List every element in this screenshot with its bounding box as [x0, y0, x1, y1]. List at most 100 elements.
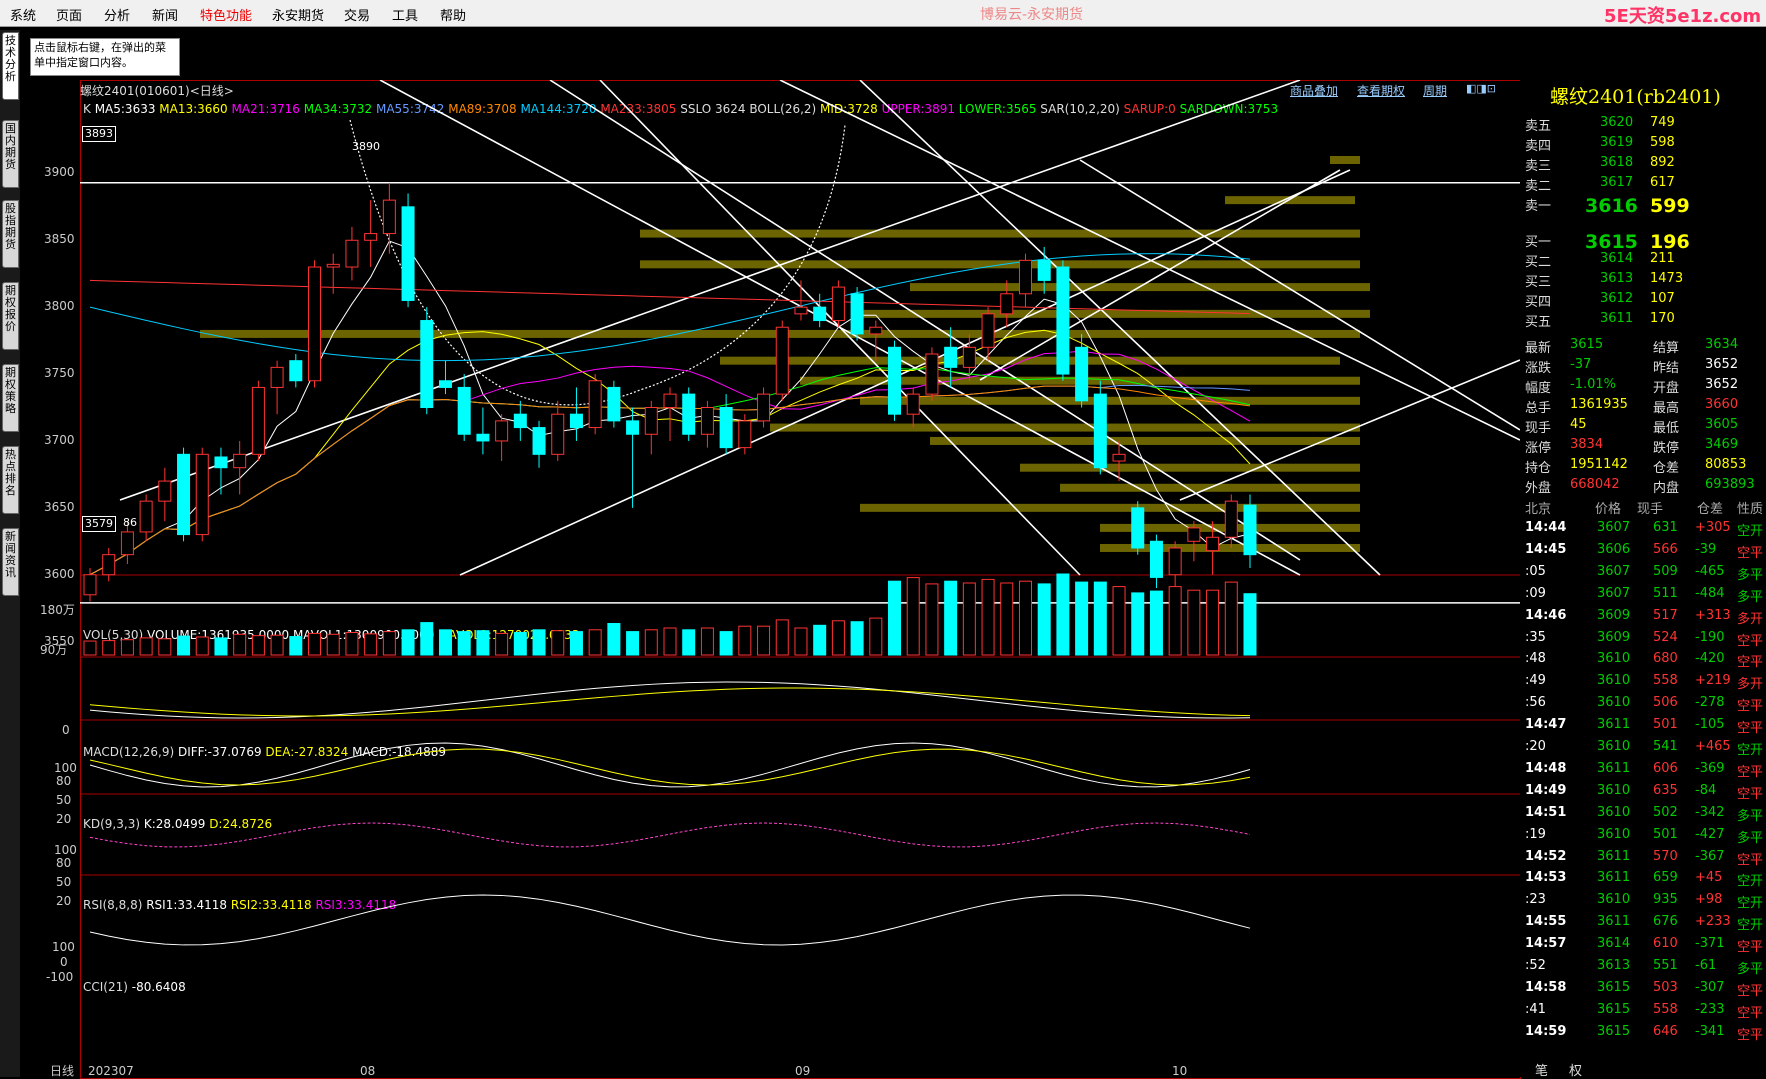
price-axis-label: 3650 — [44, 499, 75, 514]
menu-item-news[interactable]: 新闻 — [152, 5, 178, 24]
bid-label: 买三 — [1525, 275, 1552, 290]
tick-nature: 多开 — [1737, 677, 1764, 693]
volume-profile-bar — [930, 436, 1360, 445]
tick-price: 3610 — [1597, 651, 1631, 667]
tick-oi-change: -307 — [1695, 979, 1725, 995]
price-axis-label: 3700 — [44, 432, 75, 447]
menu-item-help[interactable]: 帮助 — [440, 5, 466, 24]
tick-nature: 空平 — [1737, 545, 1764, 561]
tick-price: 3607 — [1597, 520, 1631, 535]
tick-time: :20 — [1525, 739, 1546, 754]
menu-item-page[interactable]: 页面 — [56, 5, 82, 24]
volume-bar — [457, 631, 471, 656]
tick-header-cell: 仓差 — [1697, 502, 1724, 517]
volume-bar — [495, 632, 509, 656]
tick-nature: 多开 — [1737, 611, 1764, 627]
candle-body — [588, 380, 602, 429]
menu-item-analysis[interactable]: 分析 — [104, 5, 130, 24]
tick-volume: 676 — [1653, 914, 1678, 930]
tick-nature: 空平 — [1737, 633, 1764, 649]
menu-item-yongan[interactable]: 永安期货 — [272, 5, 324, 24]
sidetab-technical-analysis[interactable]: 技术分析 — [2, 32, 19, 100]
stat-value: 3652 — [1705, 377, 1739, 392]
gann-line — [549, 80, 1301, 561]
sidetab-index-futures[interactable]: 股指期货 — [2, 200, 19, 268]
volume-profile-bar — [640, 260, 1360, 269]
tick-nature: 空平 — [1737, 655, 1764, 671]
candle-body — [1149, 540, 1163, 578]
tick-price: 3610 — [1597, 892, 1631, 908]
candle-body — [382, 199, 396, 235]
low-price-marker: 86 — [123, 516, 137, 529]
volume-bar — [1093, 581, 1107, 656]
candle-body — [270, 366, 284, 388]
tick-oi-change: -341 — [1695, 1023, 1725, 1039]
ask-label: 卖二 — [1525, 179, 1552, 194]
volume-bar — [382, 631, 396, 656]
tick-nature: 多平 — [1737, 808, 1764, 824]
tick-price: 3614 — [1597, 936, 1631, 952]
rsi-axis-label: 20 — [56, 894, 72, 908]
date-axis-label: 202307 — [88, 1064, 134, 1078]
hint-tooltip: 点击鼠标右键，在弹出的菜单中指定窗口内容。 — [30, 38, 180, 76]
sidetab-hot-ranking[interactable]: 热点排名 — [2, 446, 19, 514]
tick-nature: 空平 — [1737, 1005, 1764, 1021]
volume-bar — [438, 629, 452, 656]
volume-bar — [513, 632, 527, 656]
stat-value: 1361935 — [1570, 397, 1628, 412]
stat-value: 3652 — [1705, 357, 1739, 372]
stat-value: 1951142 — [1570, 457, 1628, 472]
volume-bar — [289, 636, 303, 656]
tick-oi-change: -465 — [1695, 563, 1725, 579]
volume-bar — [925, 583, 939, 656]
price-axis-label: 3900 — [44, 165, 75, 180]
tick-price: 3607 — [1597, 585, 1631, 601]
menu-item-features[interactable]: 特色功能 — [200, 5, 252, 24]
price-axis-label: 3600 — [44, 566, 75, 581]
candle-body — [831, 286, 845, 322]
menu-item-system[interactable]: 系统 — [10, 5, 36, 24]
tick-volume: 558 — [1653, 673, 1678, 689]
tick-oi-change: -484 — [1695, 585, 1725, 601]
candle-body — [345, 239, 359, 268]
tick-oi-change: -342 — [1695, 804, 1725, 820]
stat-value: -37 — [1570, 357, 1592, 372]
sidetab-domestic-futures[interactable]: 国内期货 — [2, 120, 19, 188]
menu-item-tools[interactable]: 工具 — [392, 5, 418, 24]
ask-label: 卖五 — [1525, 119, 1552, 134]
tick-time: :23 — [1525, 892, 1546, 908]
tick-price: 3613 — [1597, 958, 1631, 973]
tick-price: 3610 — [1597, 695, 1631, 711]
bid-label: 买五 — [1525, 315, 1552, 330]
tick-nature: 空平 — [1737, 764, 1764, 780]
volume-bar — [420, 622, 434, 656]
candle-body — [626, 420, 640, 435]
ask-label: 卖四 — [1525, 139, 1552, 154]
tick-price: 3610 — [1597, 782, 1631, 798]
price-axis-label: 3750 — [44, 366, 75, 381]
sidetab-option-quotes[interactable]: 期权报价 — [2, 282, 19, 350]
bottom-tab-rights: 权 — [1569, 1064, 1583, 1079]
volume-profile-bar — [1020, 463, 1360, 472]
candle-body — [607, 386, 621, 422]
ask-volume: 617 — [1650, 175, 1675, 190]
volume-bar — [251, 635, 265, 656]
sidetab-option-strategy[interactable]: 期权策略 — [2, 364, 19, 432]
tick-oi-change: +233 — [1695, 914, 1731, 930]
tick-price: 3609 — [1597, 607, 1631, 623]
volume-bar — [214, 637, 228, 656]
price-chart[interactable] — [80, 80, 1520, 1077]
tick-oi-change: -278 — [1695, 695, 1725, 711]
stat-label: 外盘 — [1525, 481, 1552, 496]
tick-nature: 空开 — [1737, 524, 1764, 539]
candle-body — [476, 433, 490, 442]
tick-volume: 558 — [1653, 1001, 1678, 1017]
candle-body — [757, 393, 771, 422]
stat-label: 开盘 — [1653, 381, 1680, 396]
sidetab-news[interactable]: 新闻资讯 — [2, 528, 19, 596]
volume-bar — [177, 635, 191, 656]
tick-header-cell: 现手 — [1637, 502, 1664, 517]
ask-price: 3619 — [1600, 135, 1634, 150]
menu-item-trade[interactable]: 交易 — [344, 5, 370, 24]
tick-volume: 635 — [1653, 782, 1678, 798]
